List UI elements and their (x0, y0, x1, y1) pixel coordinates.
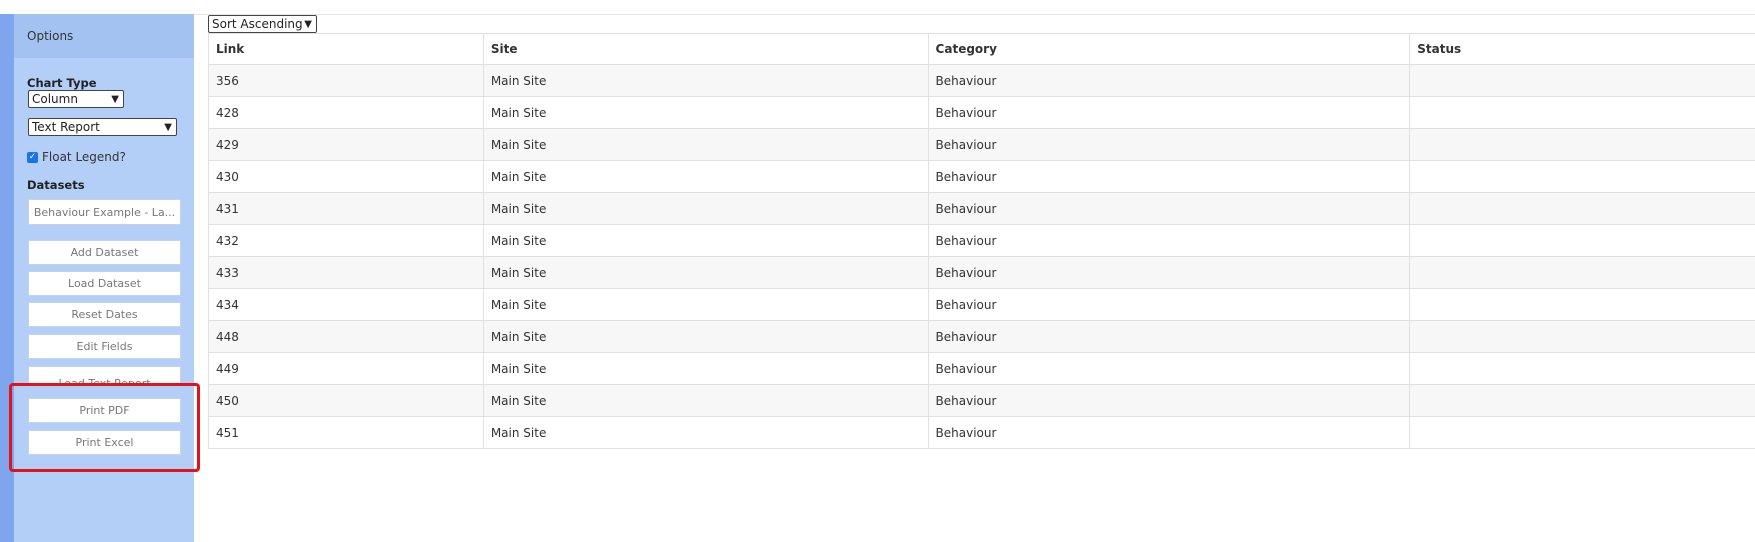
table-row[interactable]: 430 Main Site Behaviour (209, 161, 1755, 193)
cell-status (1410, 129, 1755, 160)
table-row[interactable]: 448 Main Site Behaviour (209, 321, 1755, 353)
sort-select[interactable]: Sort Ascending ▼ (208, 15, 317, 33)
table-row[interactable]: 356 Main Site Behaviour (209, 65, 1755, 97)
reset-dates-button[interactable]: Reset Dates (28, 302, 181, 327)
cell-link: 433 (209, 257, 484, 288)
cell-link: 434 (209, 289, 484, 320)
edit-fields-button[interactable]: Edit Fields (28, 334, 181, 359)
highlight-box (9, 383, 200, 472)
table-row[interactable]: 434 Main Site Behaviour (209, 289, 1755, 321)
cell-site: Main Site (484, 97, 929, 128)
cell-category: Behaviour (929, 321, 1411, 352)
cell-link: 356 (209, 65, 484, 96)
cell-link: 429 (209, 129, 484, 160)
table-row[interactable]: 432 Main Site Behaviour (209, 225, 1755, 257)
options-title: Options (27, 29, 74, 43)
add-dataset-button[interactable]: Add Dataset (28, 240, 181, 265)
cell-status (1410, 353, 1755, 384)
cell-site: Main Site (484, 417, 929, 448)
cell-category: Behaviour (929, 417, 1411, 448)
table-row[interactable]: 449 Main Site Behaviour (209, 353, 1755, 385)
cell-category: Behaviour (929, 65, 1411, 96)
cell-category: Behaviour (929, 193, 1411, 224)
chevron-down-icon: ▼ (164, 122, 172, 133)
cell-link: 449 (209, 353, 484, 384)
cell-link: 430 (209, 161, 484, 192)
top-divider (194, 14, 1755, 15)
app-root: Options Chart Type Column ▼ Text Report … (0, 0, 1755, 542)
table-row[interactable]: 428 Main Site Behaviour (209, 97, 1755, 129)
cell-category: Behaviour (929, 353, 1411, 384)
table-row[interactable]: 433 Main Site Behaviour (209, 257, 1755, 289)
cell-status (1410, 65, 1755, 96)
report-type-select[interactable]: Text Report ▼ (28, 118, 177, 136)
cell-site: Main Site (484, 385, 929, 416)
table-row[interactable]: 450 Main Site Behaviour (209, 385, 1755, 417)
cell-site: Main Site (484, 289, 929, 320)
cell-status (1410, 385, 1755, 416)
cell-category: Behaviour (929, 161, 1411, 192)
cell-category: Behaviour (929, 257, 1411, 288)
report-type-value: Text Report (32, 120, 100, 134)
cell-status (1410, 289, 1755, 320)
sort-value: Sort Ascending (212, 17, 303, 31)
column-header-link[interactable]: Link (209, 34, 484, 64)
cell-category: Behaviour (929, 129, 1411, 160)
table-row[interactable]: 429 Main Site Behaviour (209, 129, 1755, 161)
cell-category: Behaviour (929, 97, 1411, 128)
cell-site: Main Site (484, 321, 929, 352)
cell-status (1410, 161, 1755, 192)
cell-site: Main Site (484, 353, 929, 384)
cell-link: 450 (209, 385, 484, 416)
column-header-site[interactable]: Site (484, 34, 929, 64)
chart-type-label: Chart Type (27, 76, 97, 90)
cell-status (1410, 97, 1755, 128)
column-header-category[interactable]: Category (929, 34, 1411, 64)
float-legend-label: Float Legend? (42, 150, 126, 164)
cell-link: 451 (209, 417, 484, 448)
load-dataset-button[interactable]: Load Dataset (28, 271, 181, 296)
chevron-down-icon: ▼ (111, 94, 119, 105)
cell-status (1410, 321, 1755, 352)
cell-site: Main Site (484, 225, 929, 256)
chart-type-value: Column (32, 92, 78, 106)
table-header-row: Link Site Category Status (209, 34, 1755, 65)
cell-status (1410, 225, 1755, 256)
options-header: Options (14, 14, 194, 58)
chart-type-select[interactable]: Column ▼ (28, 90, 124, 108)
table-row[interactable]: 431 Main Site Behaviour (209, 193, 1755, 225)
cell-status (1410, 257, 1755, 288)
cell-link: 432 (209, 225, 484, 256)
cell-site: Main Site (484, 161, 929, 192)
report-table: Link Site Category Status 356 Main Site Be… (208, 33, 1755, 449)
dataset-behaviour-button[interactable]: Behaviour Example - La... (28, 199, 181, 225)
cell-site: Main Site (484, 257, 929, 288)
cell-link: 428 (209, 97, 484, 128)
cell-link: 431 (209, 193, 484, 224)
cell-site: Main Site (484, 193, 929, 224)
datasets-label: Datasets (27, 178, 85, 192)
float-legend-checkbox[interactable]: ✓ (27, 151, 38, 163)
cell-link: 448 (209, 321, 484, 352)
cell-category: Behaviour (929, 289, 1411, 320)
cell-category: Behaviour (929, 385, 1411, 416)
table-row[interactable]: 451 Main Site Behaviour (209, 417, 1755, 449)
cell-site: Main Site (484, 129, 929, 160)
cell-site: Main Site (484, 65, 929, 96)
chevron-down-icon: ▼ (304, 19, 312, 30)
cell-category: Behaviour (929, 225, 1411, 256)
column-header-status[interactable]: Status (1410, 34, 1755, 64)
float-legend-row[interactable]: ✓ Float Legend? (27, 150, 126, 164)
cell-status (1410, 417, 1755, 448)
cell-status (1410, 193, 1755, 224)
